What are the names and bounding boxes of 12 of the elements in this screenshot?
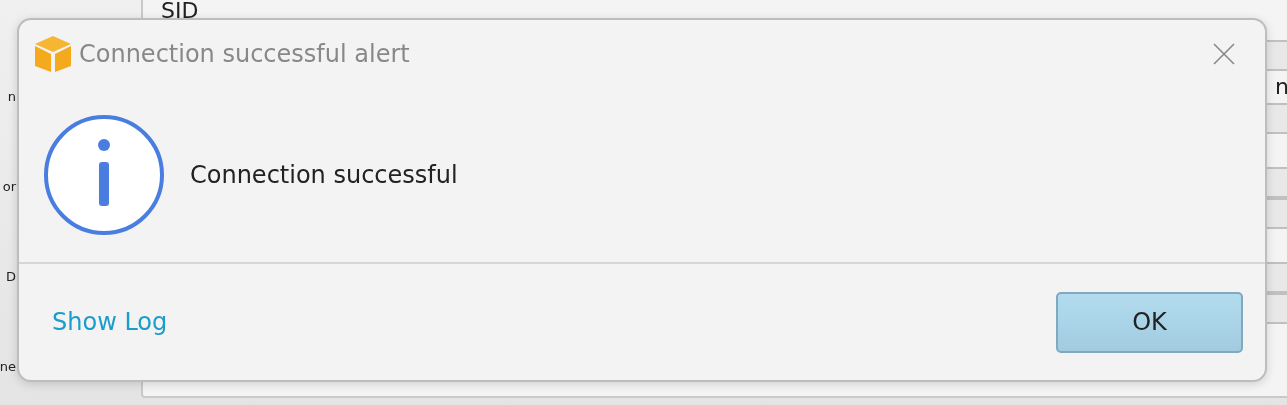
column-header: SID [161, 0, 199, 23]
field-label: or [2, 178, 16, 196]
field-label: D [6, 268, 16, 286]
cube-icon [33, 34, 73, 74]
window-title: Connection successful alert [79, 40, 411, 68]
field-label: n [7, 88, 16, 106]
cell-text: n [1274, 73, 1287, 101]
info-icon [43, 114, 165, 236]
field-label: ne [0, 358, 16, 376]
close-icon[interactable] [1213, 43, 1235, 65]
ok-button[interactable]: OK [1056, 291, 1243, 353]
alert-message: Connection successful [190, 161, 458, 189]
